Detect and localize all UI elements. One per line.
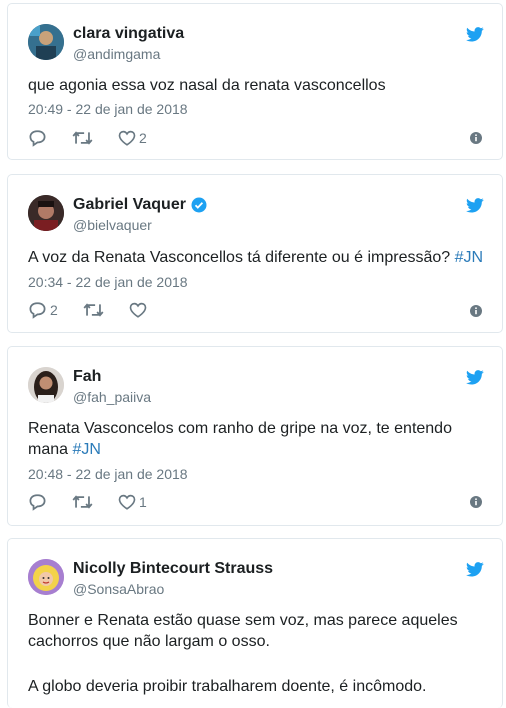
author-row: Gabriel Vaquer — [73, 196, 207, 214]
retweet-button[interactable] — [83, 300, 104, 320]
tweet-text: A voz da Renata Vasconcellos tá diferent… — [28, 247, 484, 268]
twitter-bird-icon[interactable] — [466, 198, 484, 218]
tweet-text-body: A voz da Renata Vasconcellos tá diferent… — [28, 249, 451, 266]
author-handle[interactable]: @bielvaquer — [73, 217, 152, 233]
like-count: 1 — [139, 494, 147, 510]
reply-button[interactable]: 2 — [28, 300, 58, 320]
author-handle[interactable]: @fah_paiiva — [73, 389, 151, 405]
tweet-text: Renata Vasconcelos com ranho de gripe na… — [28, 418, 462, 460]
retweet-icon — [72, 495, 93, 509]
retweet-button[interactable] — [72, 492, 93, 512]
author-name[interactable]: Gabriel Vaquer — [73, 196, 186, 214]
tweet-text-paragraph-2: A globo deveria proibir trabalharem doen… — [28, 678, 427, 695]
verified-badge-icon — [191, 197, 207, 213]
reply-button[interactable] — [28, 492, 47, 512]
reply-button[interactable] — [28, 128, 47, 148]
info-icon[interactable] — [470, 304, 482, 322]
author-name[interactable]: Nicolly Bintecourt Strauss — [73, 560, 273, 578]
like-count: 2 — [139, 130, 147, 146]
hashtag-link[interactable]: #JN — [455, 249, 483, 266]
tweet-timestamp[interactable]: 20:48 - 22 de jan de 2018 — [28, 466, 188, 482]
retweet-icon — [72, 131, 93, 145]
reply-icon — [29, 130, 46, 147]
tweet-card[interactable]: Fah @fah_paiiva Renata Vasconcelos com r… — [7, 346, 503, 526]
reply-icon — [29, 494, 46, 511]
tweet-actions: 1 — [28, 492, 172, 512]
twitter-bird-icon[interactable] — [466, 562, 484, 582]
like-button[interactable]: 2 — [118, 128, 147, 148]
avatar[interactable] — [28, 24, 64, 60]
tweet-text: Bonner e Renata estão quase sem voz, mas… — [28, 612, 458, 650]
reply-icon — [29, 302, 46, 319]
retweet-button[interactable] — [72, 128, 93, 148]
like-button[interactable]: 1 — [118, 492, 147, 512]
info-icon[interactable] — [470, 495, 482, 513]
author-handle[interactable]: @SonsaAbrao — [73, 581, 164, 597]
tweet-text: que agonia essa voz nasal da renata vasc… — [28, 77, 386, 94]
info-icon[interactable] — [470, 131, 482, 149]
reply-count: 2 — [50, 302, 58, 318]
author-row: Fah — [73, 368, 101, 386]
author-name[interactable]: Fah — [73, 368, 101, 386]
tweet-timestamp[interactable]: 20:49 - 22 de jan de 2018 — [28, 101, 188, 117]
heart-icon — [118, 494, 136, 510]
like-button[interactable] — [129, 300, 147, 320]
heart-icon — [118, 130, 136, 146]
tweet-card[interactable]: Gabriel Vaquer @bielvaquer A voz da Rena… — [7, 174, 503, 333]
tweet-actions: 2 — [28, 128, 172, 148]
hashtag-link[interactable]: #JN — [72, 441, 100, 458]
twitter-bird-icon[interactable] — [466, 27, 484, 47]
tweet-card[interactable]: clara vingativa @andimgama que agonia es… — [7, 3, 503, 160]
tweet-card[interactable]: Nicolly Bintecourt Strauss @SonsaAbrao B… — [7, 538, 503, 708]
avatar[interactable] — [28, 559, 64, 595]
author-row: clara vingativa — [73, 25, 184, 43]
avatar[interactable] — [28, 195, 64, 231]
tweet-actions: 2 — [28, 300, 172, 320]
avatar[interactable] — [28, 367, 64, 403]
author-handle[interactable]: @andimgama — [73, 46, 160, 62]
author-name[interactable]: clara vingativa — [73, 25, 184, 43]
tweet-timestamp[interactable]: 20:34 - 22 de jan de 2018 — [28, 274, 188, 290]
heart-icon — [129, 302, 147, 318]
author-row: Nicolly Bintecourt Strauss — [73, 560, 273, 578]
retweet-icon — [83, 303, 104, 317]
twitter-bird-icon[interactable] — [466, 370, 484, 390]
